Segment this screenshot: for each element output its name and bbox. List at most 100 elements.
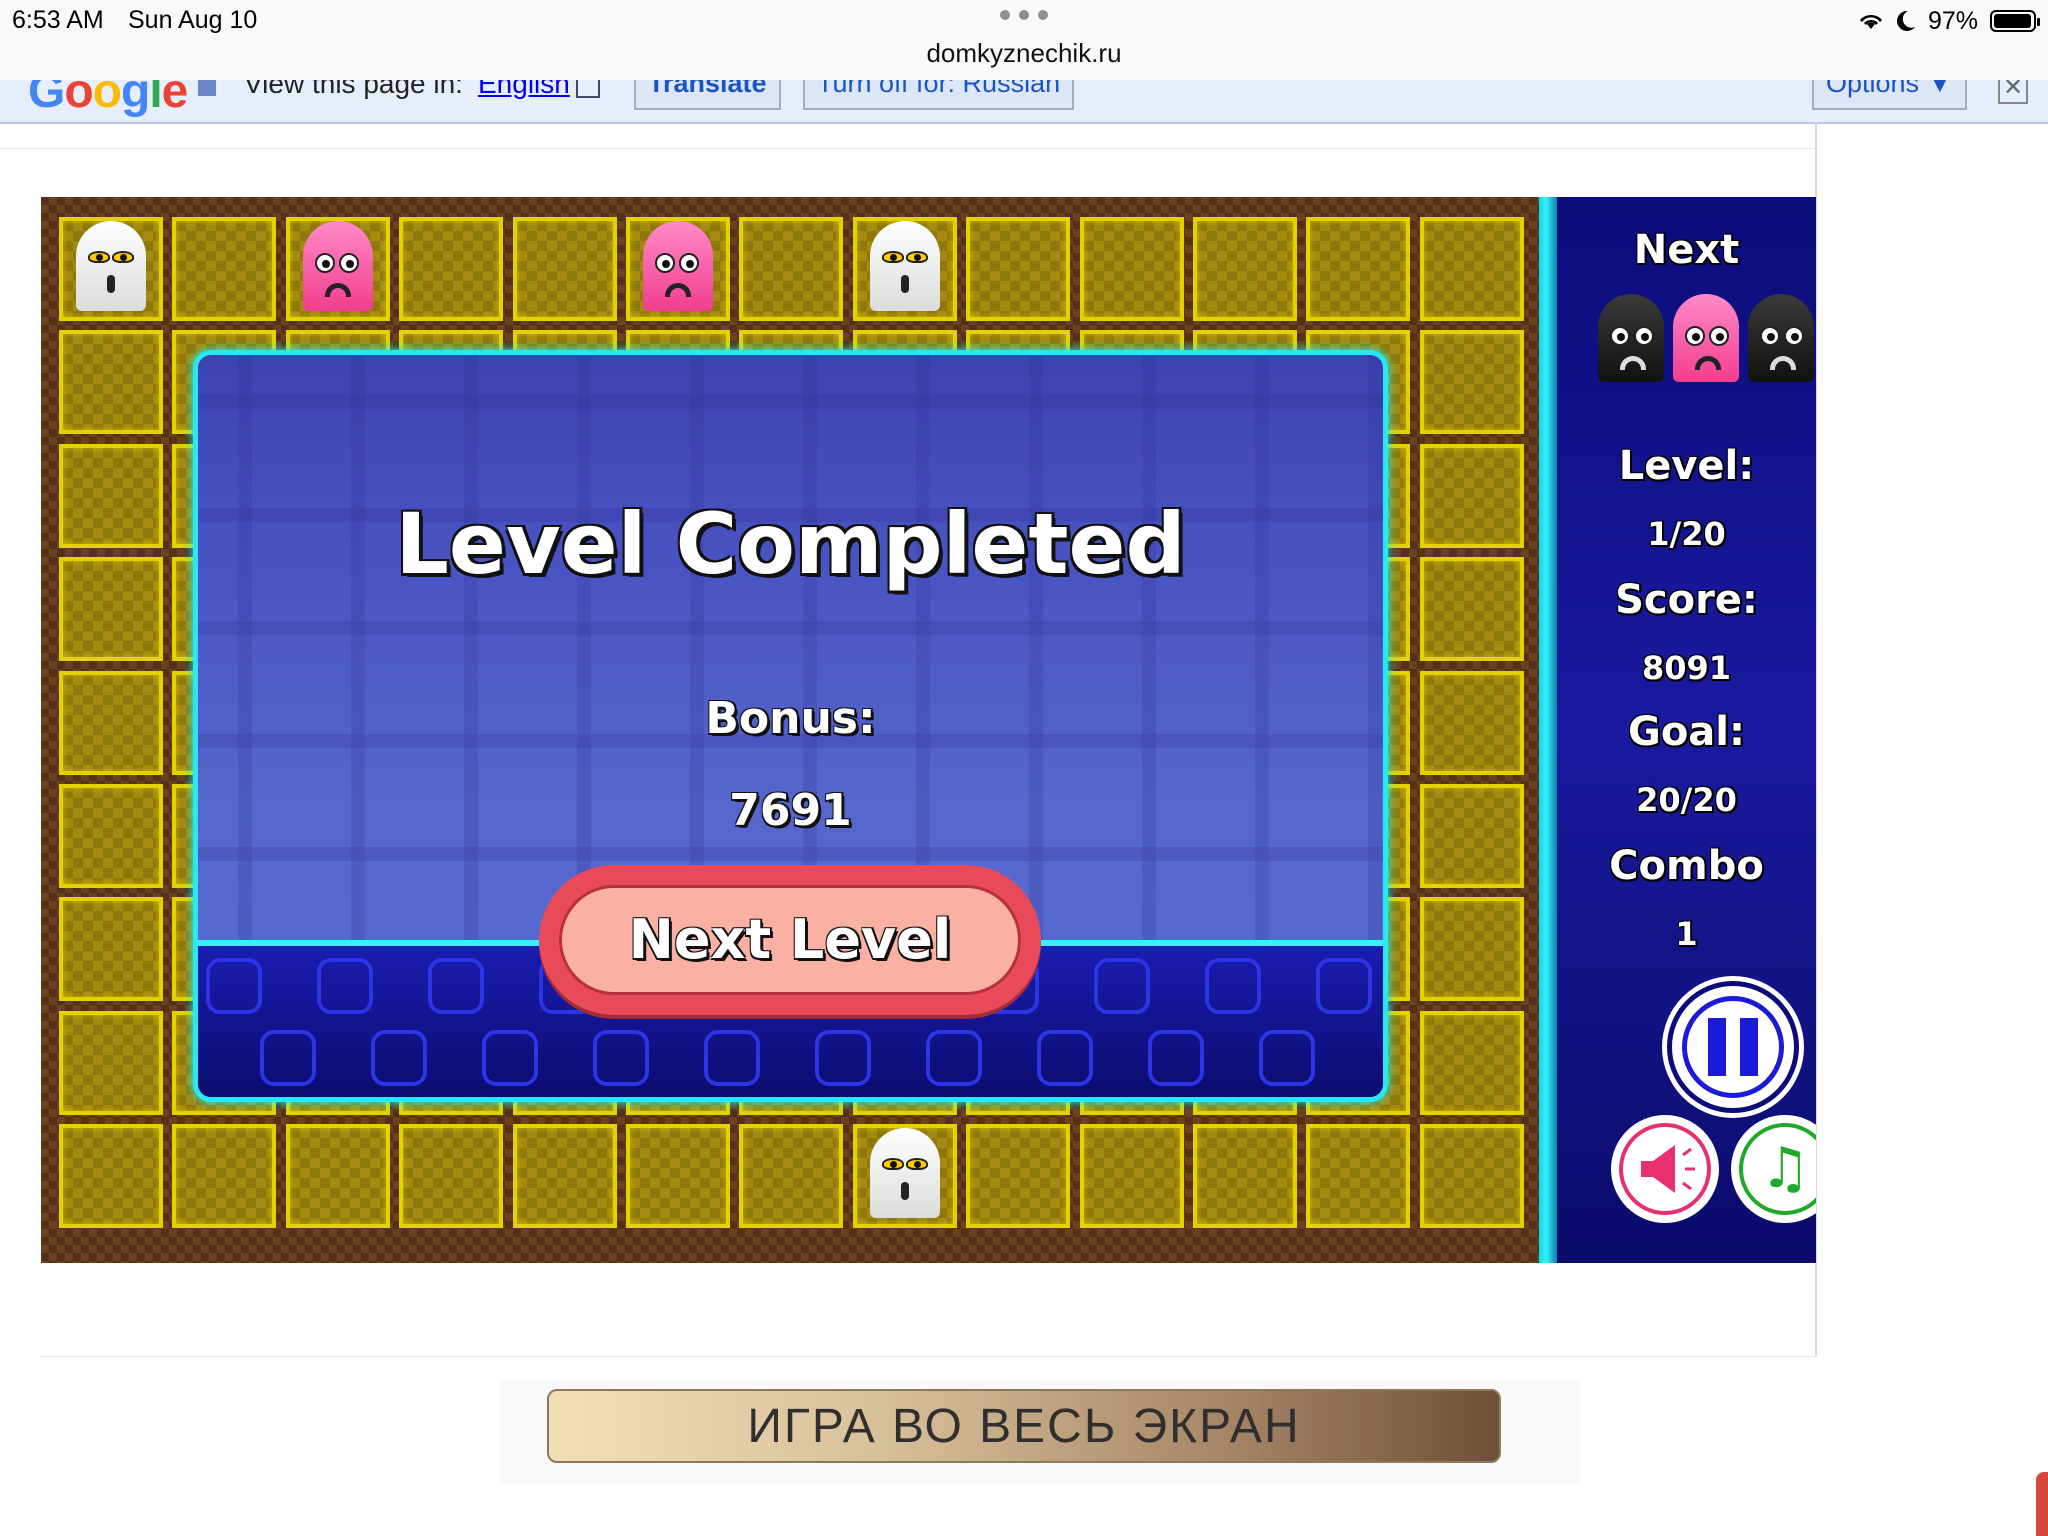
side-tab[interactable] (2036, 1472, 2048, 1536)
face-pattern-icon (260, 1030, 316, 1086)
board-cell[interactable] (59, 1124, 163, 1229)
board-cell[interactable] (739, 217, 844, 321)
translate-button[interactable]: Translate (634, 80, 781, 110)
board-cell[interactable] (1419, 670, 1524, 775)
level-value: 1/20 (1647, 515, 1726, 553)
speaker-icon (1641, 1145, 1695, 1193)
translate-icon (198, 80, 216, 96)
bonus-value: 7691 (729, 785, 852, 836)
face-pattern-icon (317, 958, 373, 1014)
ghost-white-icon[interactable] (869, 221, 940, 317)
music-button[interactable]: ♫ (1731, 1115, 1816, 1223)
divider (0, 148, 1815, 149)
view-page-text: View this page in: (244, 80, 463, 99)
status-bar: 6:53 AM Sun Aug 10 domkyznechik.ru 97% (0, 0, 2048, 80)
language-select[interactable]: English (478, 80, 570, 100)
face-pattern-icon (428, 958, 484, 1014)
bonus-label: Bonus: (705, 693, 876, 744)
board-cell[interactable] (1079, 1124, 1184, 1229)
board-cell[interactable] (1306, 217, 1411, 321)
face-pattern-icon (1037, 1030, 1093, 1086)
board-cell[interactable] (1419, 443, 1524, 548)
board-cell[interactable] (1079, 217, 1184, 321)
board-cell[interactable] (1193, 1124, 1297, 1229)
face-pattern-icon (371, 1030, 427, 1086)
board-cell[interactable] (59, 330, 163, 435)
board-cell[interactable] (1419, 1010, 1524, 1115)
board-cell[interactable] (1419, 1124, 1524, 1229)
fullscreen-button[interactable]: ИГРА ВО ВЕСЬ ЭКРАН (547, 1389, 1501, 1463)
google-logo: Google (28, 80, 188, 118)
board-cell[interactable] (1193, 217, 1297, 321)
battery-percent: 97% (1927, 6, 1978, 35)
face-pattern-icon (815, 1030, 871, 1086)
ghost-white-icon[interactable] (76, 221, 146, 317)
board-cell[interactable] (1306, 1124, 1411, 1229)
face-pattern-icon (1148, 1030, 1204, 1086)
dialog-background (198, 355, 1383, 945)
status-icons: 97% (1858, 6, 2040, 36)
divider (40, 1356, 1817, 1357)
ghost-pink-icon[interactable] (302, 221, 373, 317)
side-panel: Next Level: 1/20 Score: 8091 Goal: 20/20… (1539, 197, 1816, 1263)
moon-icon (1896, 10, 1915, 31)
board-cell[interactable] (59, 784, 163, 888)
goal-label: Goal: (1627, 709, 1745, 755)
board-cell[interactable] (966, 1124, 1071, 1229)
face-pattern-icon (206, 958, 262, 1014)
board-cell[interactable] (59, 670, 163, 775)
goal-value: 20/20 (1636, 781, 1737, 819)
board-cell[interactable] (1419, 897, 1524, 1002)
board-cell[interactable] (739, 1124, 844, 1229)
pause-button[interactable] (1667, 981, 1799, 1113)
date: Sun Aug 10 (128, 6, 258, 34)
options-button[interactable]: Options ▼ (1812, 80, 1968, 110)
translate-bar: Google View this page in: English Transl… (0, 80, 2048, 124)
board-cell[interactable] (1419, 784, 1524, 888)
board-cell[interactable] (626, 1124, 730, 1229)
ghost-black-icon (1748, 294, 1814, 384)
ghost-white-icon[interactable] (869, 1128, 940, 1224)
clock: 6:53 AM (12, 6, 104, 34)
game-canvas[interactable]: Next Level: 1/20 Score: 8091 Goal: 20/20… (41, 197, 1816, 1263)
board-cell[interactable] (59, 1010, 163, 1115)
board-cell[interactable] (512, 1124, 617, 1229)
board-cell[interactable] (399, 1124, 504, 1229)
turn-off-button[interactable]: Turn off for: Russian (803, 80, 1075, 110)
close-icon[interactable]: ✕ (1998, 80, 2028, 104)
board-cell[interactable] (59, 443, 163, 548)
face-pattern-icon (1259, 1030, 1315, 1086)
face-pattern-icon (1094, 958, 1150, 1014)
board-cell[interactable] (1419, 330, 1524, 435)
combo-label: Combo (1609, 843, 1764, 889)
board-cell[interactable] (285, 1124, 390, 1229)
sound-button[interactable] (1611, 1115, 1719, 1223)
board-cell[interactable] (1419, 217, 1524, 321)
multitasking-dots-icon[interactable] (1000, 10, 1048, 20)
pause-icon (1682, 996, 1784, 1098)
address-bar[interactable]: domkyznechik.ru (0, 38, 2048, 69)
next-label: Next (1633, 227, 1740, 273)
ghost-black-icon (1598, 294, 1664, 384)
face-pattern-icon (593, 1030, 649, 1086)
board-cell[interactable] (399, 217, 504, 321)
board-cell[interactable] (512, 217, 617, 321)
battery-icon (1990, 10, 2040, 32)
next-level-button[interactable]: Next Level (539, 865, 1041, 1015)
board-cell[interactable] (59, 897, 163, 1002)
face-pattern-icon (926, 1030, 982, 1086)
music-note-icon: ♫ (1759, 1136, 1811, 1201)
board-cell[interactable] (59, 557, 163, 662)
face-pattern-icon (1316, 958, 1372, 1014)
face-pattern-icon (482, 1030, 538, 1086)
face-pattern-icon (1205, 958, 1261, 1014)
board-cell[interactable] (966, 217, 1071, 321)
board-cell[interactable] (172, 1124, 277, 1229)
combo-value: 1 (1675, 915, 1698, 953)
score-value: 8091 (1641, 649, 1732, 687)
board-cell[interactable] (1419, 557, 1524, 662)
dropdown-arrow-icon[interactable] (576, 80, 600, 98)
ghost-pink-icon[interactable] (643, 221, 713, 317)
ghost-pink-icon (1673, 294, 1739, 384)
board-cell[interactable] (172, 217, 277, 321)
